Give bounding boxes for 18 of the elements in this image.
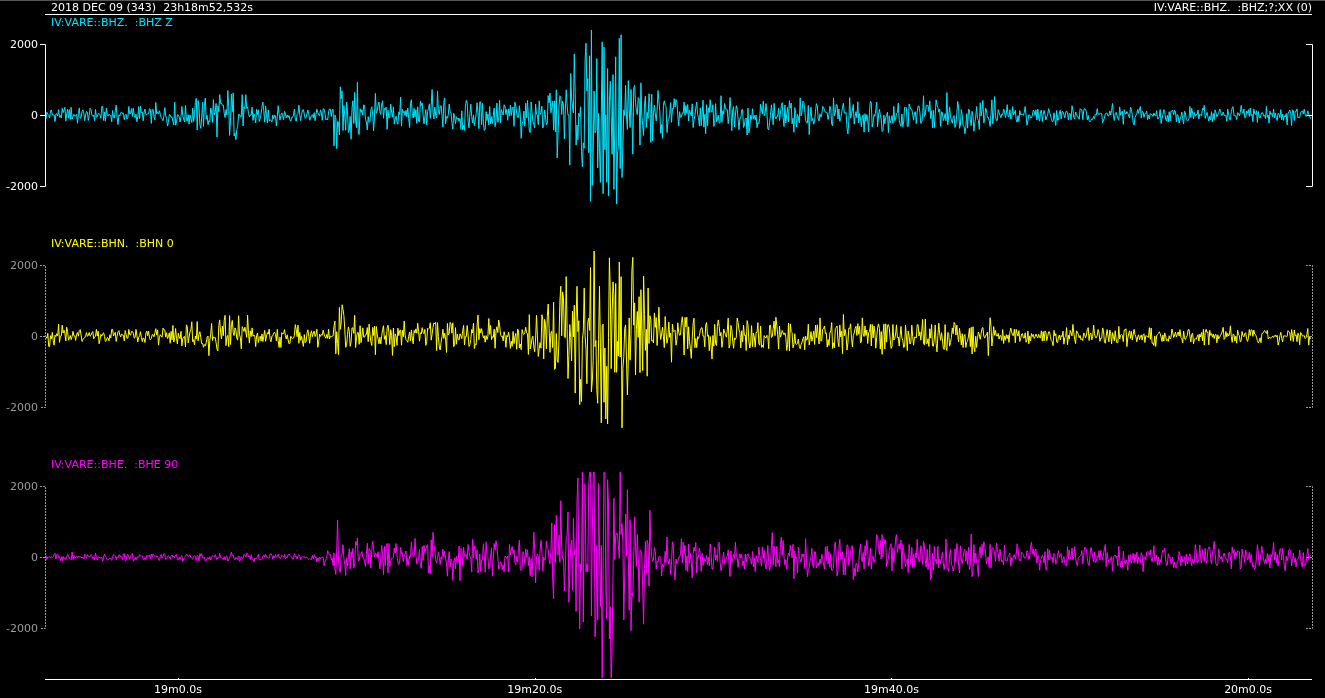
axis-tick-label: 2000: [10, 38, 38, 51]
axis-tick-label: 0: [31, 551, 38, 564]
channel-info-label: IV:VARE::BHZ. :BHZ;?;XX (0): [1153, 1, 1312, 14]
time-tick-label: 19m20.0s: [507, 683, 563, 696]
axis-tick-label: 2000: [10, 259, 38, 272]
time-tick-label: 19m40.0s: [863, 683, 919, 696]
date-time-label: 2018 DEC 09 (343) 23h18m52,532s: [51, 1, 254, 14]
channel-label: IV:VARE::BHE. :BHE 90: [51, 457, 179, 472]
time-tick-label: 19m0.0s: [154, 683, 202, 696]
axis-tick-label: 0: [31, 109, 38, 122]
axis-tick-label: 2000: [10, 480, 38, 493]
axis-tick-label: -2000: [6, 401, 38, 414]
channel-label: IV:VARE::BHN. :BHN 0: [51, 236, 174, 251]
time-tick-label: 20m0.0s: [1224, 683, 1273, 696]
axis-tick-label: -2000: [6, 622, 38, 635]
channel-label: IV:VARE::BHZ. :BHZ Z: [51, 15, 173, 30]
axis-tick-label: 0: [31, 330, 38, 343]
axis-tick-label: -2000: [6, 180, 38, 193]
